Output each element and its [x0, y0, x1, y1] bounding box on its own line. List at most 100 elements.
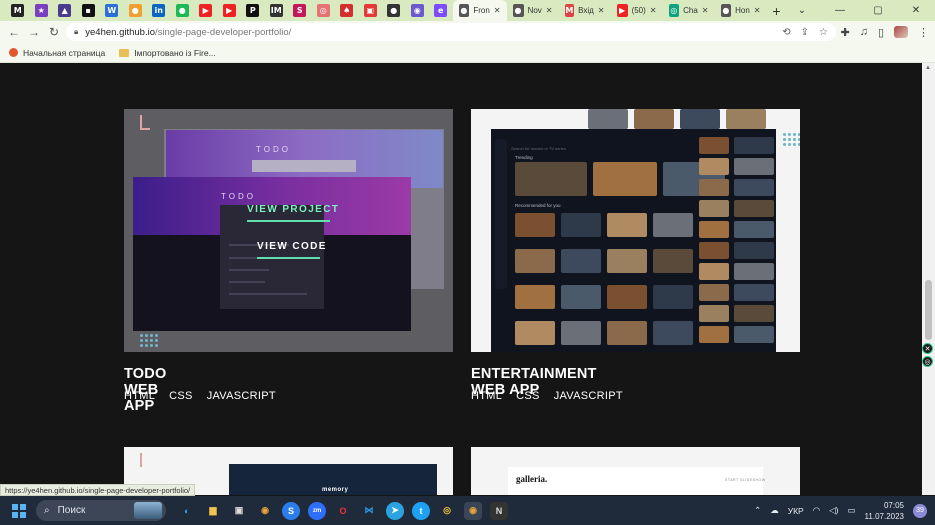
- browser-tab[interactable]: ▶ (50) ✕: [611, 0, 663, 21]
- tab-close-icon[interactable]: ✕: [650, 6, 657, 15]
- start-button[interactable]: [12, 503, 26, 518]
- browser-tab[interactable]: ★: [30, 0, 54, 21]
- browser-tab[interactable]: ●: [382, 0, 406, 21]
- sidepanel-icon[interactable]: ▯: [878, 26, 884, 39]
- address-bar[interactable]: 🔒︎ ye4hen.github.io/single-page-develope…: [66, 23, 836, 41]
- tab-favicon-icon: ◎: [316, 4, 330, 17]
- forward-button[interactable]: →: [24, 25, 44, 39]
- twitter-icon[interactable]: t: [412, 501, 430, 520]
- browser-tab[interactable]: W: [100, 0, 124, 21]
- chrome-active-icon[interactable]: ◉: [464, 501, 482, 520]
- browser-tab[interactable]: ◎ Cha ✕: [663, 0, 715, 21]
- taskbar-search[interactable]: ⌕ Поиск: [36, 500, 166, 521]
- bookmark-imported-folder[interactable]: Імпортовано із Fire...: [119, 48, 216, 58]
- menu-icon[interactable]: ⋮: [918, 26, 929, 39]
- wifi-icon[interactable]: ◠: [813, 505, 820, 516]
- tab-close-icon[interactable]: ✕: [598, 6, 605, 15]
- vscode-icon[interactable]: ⋈: [360, 502, 378, 520]
- tab-search-icon[interactable]: ⌄: [783, 5, 821, 16]
- telegram-icon[interactable]: ➤: [386, 501, 404, 520]
- view-code-underline: [257, 257, 320, 259]
- project-card-galleria[interactable]: galleria. START SLIDESHOW: [471, 447, 800, 495]
- bookmark-star-icon[interactable]: ☆: [819, 27, 828, 38]
- browser-tab[interactable]: S: [288, 0, 312, 21]
- clock[interactable]: 07:05 11.07.2023: [865, 500, 904, 522]
- browser-tab[interactable]: ▶: [218, 0, 242, 21]
- browser-tab[interactable]: ●: [171, 0, 195, 21]
- media-thumbnail: [734, 305, 774, 322]
- browser-tab[interactable]: ◉: [406, 0, 430, 21]
- tab-favicon-icon: ◎: [668, 4, 680, 17]
- media-thumbnail: [515, 249, 555, 273]
- media-thumbnail: [680, 109, 720, 129]
- browser-tab[interactable]: in: [147, 0, 171, 21]
- tab-close-icon[interactable]: ✕: [702, 6, 709, 15]
- browser-tab-active[interactable]: ● Fron ✕: [452, 0, 507, 21]
- edge-icon[interactable]: ◐: [178, 502, 196, 520]
- tab-close-icon[interactable]: ✕: [494, 6, 501, 15]
- opera-icon[interactable]: O: [334, 502, 352, 520]
- reload-button[interactable]: ↻: [44, 25, 64, 39]
- tab-favicon-icon: ▪: [81, 4, 95, 17]
- tab-close-icon[interactable]: ✕: [754, 6, 761, 15]
- zoom-icon[interactable]: zm: [308, 501, 326, 520]
- browser-tab[interactable]: ● Nov ✕: [507, 0, 559, 21]
- volume-icon[interactable]: ◁): [829, 505, 838, 516]
- maximize-button[interactable]: ▢: [859, 5, 897, 16]
- back-button[interactable]: ←: [4, 25, 24, 39]
- view-project-underline: [247, 220, 330, 222]
- tray-expand-icon[interactable]: ⌃: [754, 505, 761, 516]
- browser-tab[interactable]: P: [241, 0, 265, 21]
- profile-avatar[interactable]: [894, 26, 908, 38]
- extension-icon[interactable]: ◎: [922, 356, 933, 367]
- cloud-icon[interactable]: ☁: [770, 505, 779, 516]
- close-window-button[interactable]: ✕: [897, 5, 935, 16]
- extensions-icon[interactable]: ✚: [840, 26, 849, 39]
- browser-tab[interactable]: IM: [265, 0, 289, 21]
- translate-icon[interactable]: ⟲: [782, 27, 790, 38]
- browser-tab[interactable]: ▣: [359, 0, 383, 21]
- media-thumbnail: [699, 263, 729, 280]
- minimize-button[interactable]: —: [821, 5, 859, 16]
- close-icon[interactable]: ✕: [922, 343, 933, 354]
- tab-favicon-icon: ●: [175, 4, 189, 17]
- chrome-canary-icon[interactable]: ◎: [438, 502, 456, 520]
- entertainment-sidebar: [495, 139, 507, 289]
- battery-icon[interactable]: ▭: [848, 505, 856, 516]
- browser-tab[interactable]: ▶: [194, 0, 218, 21]
- browser-tab[interactable]: ◎: [312, 0, 336, 21]
- tab-close-icon[interactable]: ✕: [546, 6, 553, 15]
- view-project-button[interactable]: VIEW PROJECT: [247, 204, 339, 215]
- scroll-up-icon[interactable]: ▲: [925, 65, 931, 71]
- file-explorer-icon[interactable]: ▆: [204, 502, 222, 520]
- page-scrollbar[interactable]: ▲: [922, 63, 935, 495]
- media-icon[interactable]: ♫: [860, 26, 868, 38]
- view-code-button[interactable]: VIEW CODE: [257, 241, 327, 252]
- media-thumbnail: [699, 284, 729, 301]
- entertainment-thumbnail[interactable]: Search for movies or TV series Trending …: [471, 109, 800, 352]
- browser-tab[interactable]: M: [6, 0, 30, 21]
- language-indicator[interactable]: УКР: [788, 506, 804, 516]
- notification-badge[interactable]: 39: [913, 503, 927, 518]
- browser-tab[interactable]: ●: [124, 0, 148, 21]
- browser-tab[interactable]: ▲: [53, 0, 77, 21]
- media-thumbnail: [699, 305, 729, 322]
- browser-tab[interactable]: ♠: [335, 0, 359, 21]
- browser-tab[interactable]: ● Hon ✕: [715, 0, 767, 21]
- browser-tab[interactable]: ▪: [77, 0, 101, 21]
- todo-thumbnail[interactable]: TODO TODO VIEW PROJECT VIEW CODE: [124, 109, 453, 352]
- media-thumbnail: [653, 213, 693, 237]
- media-thumbnail: [607, 285, 647, 309]
- skype-icon[interactable]: S: [282, 501, 300, 520]
- windows-taskbar: ⌕ Поиск ◐ ▆ ▣ ◉ S zm O ⋈ ➤ t ◎ ◉ N ⌃ ☁ У…: [0, 496, 935, 525]
- chrome-icon[interactable]: ◉: [256, 502, 274, 520]
- browser-tab[interactable]: M Вхід ✕: [559, 0, 611, 21]
- share-icon[interactable]: ⇪: [801, 27, 809, 38]
- media-thumbnail: [734, 221, 774, 238]
- bookmark-home[interactable]: Начальная страница: [9, 48, 105, 58]
- notion-icon[interactable]: N: [490, 501, 508, 520]
- search-icon: ⌕: [44, 505, 50, 516]
- store-icon[interactable]: ▣: [230, 502, 248, 520]
- browser-tab[interactable]: e: [429, 0, 453, 21]
- scroll-thumb[interactable]: [925, 280, 932, 340]
